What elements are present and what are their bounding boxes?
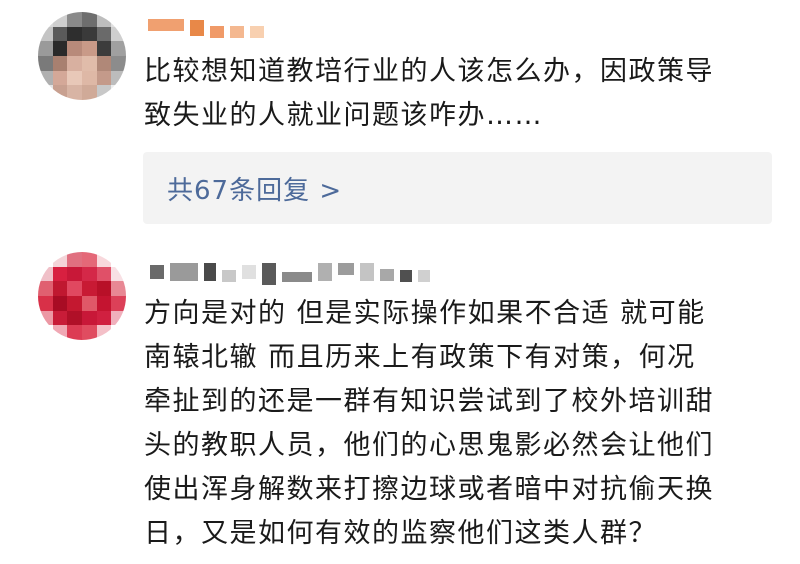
- comment-item-1: 比较想知道教培行业的人该怎么办，因政策导 致失业的人就业问题该咋办…… 共67条…: [0, 0, 800, 230]
- comment-text-line: 使出浑身解数来打擦边球或者暗中对抗偷天换: [144, 474, 714, 505]
- username-obscured-1[interactable]: [148, 14, 264, 42]
- comment-text-line: 方向是对的 但是实际操作如果不合适 就可能: [144, 298, 706, 329]
- user-avatar-2[interactable]: [38, 252, 126, 340]
- replies-box[interactable]: 共67条回复 >: [143, 152, 772, 224]
- user-avatar-1[interactable]: [38, 12, 126, 100]
- comment-text-line: 比较想知道教培行业的人该怎么办，因政策导: [144, 56, 714, 87]
- comment-item-2: 方向是对的 但是实际操作如果不合适 就可能 南辕北辙 而且历来上有政策下有对策，…: [0, 230, 800, 564]
- comment-text-line: 头的教职人员，他们的心思鬼影必然会让他们: [144, 430, 714, 461]
- comment-text-line: 致失业的人就业问题该咋办……: [144, 100, 543, 131]
- comment-text-2: 方向是对的 但是实际操作如果不合适 就可能 南辕北辙 而且历来上有政策下有对策，…: [144, 292, 784, 556]
- username-obscured-2[interactable]: [150, 258, 430, 286]
- comment-text-1: 比较想知道教培行业的人该怎么办，因政策导 致失业的人就业问题该咋办……: [144, 50, 784, 138]
- view-replies-link[interactable]: 共67条回复 >: [167, 170, 342, 207]
- comment-text-line: 牵扯到的还是一群有知识尝试到了校外培训甜: [144, 386, 714, 417]
- comment-text-line: 日，又是如何有效的监察他们这类人群？: [144, 518, 657, 549]
- comment-text-line: 南辕北辙 而且历来上有政策下有对策，何况: [144, 342, 696, 373]
